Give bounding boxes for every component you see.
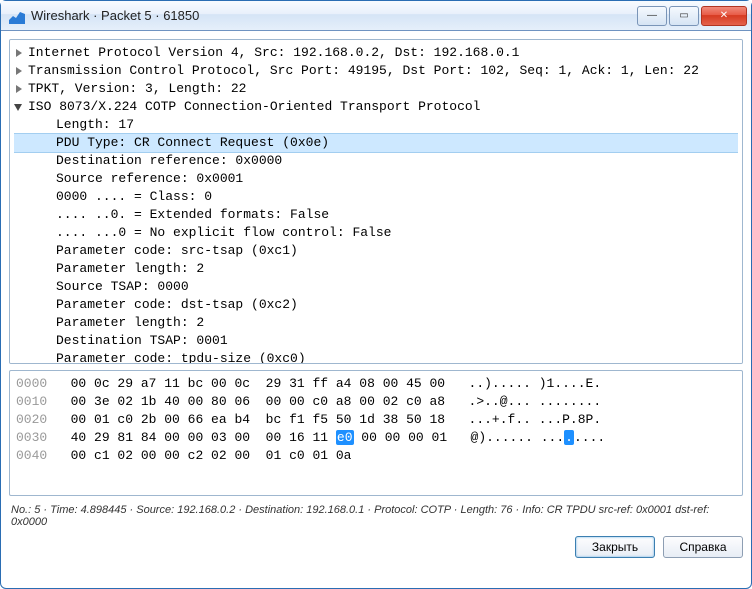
hex-bytes: 01 c0 01 0a (266, 448, 352, 463)
hex-highlight-byte: e0 (336, 430, 354, 445)
hex-offset: 0030 (16, 430, 47, 445)
tree-item-length[interactable]: Length: 17 (14, 116, 738, 134)
minimize-button[interactable]: — (637, 6, 667, 26)
hex-offset: 0040 (16, 448, 47, 463)
tree-item-flow-ctrl[interactable]: .... ...0 = No explicit flow control: Fa… (14, 224, 738, 242)
hex-bytes: 00 c1 02 00 00 c2 02 00 (71, 448, 250, 463)
hex-bytes: 00 3e 02 1b 40 00 80 06 (71, 394, 250, 409)
hex-bytes: 00 0c 29 a7 11 bc 00 0c (71, 376, 250, 391)
tree-item-dst-ref[interactable]: Destination reference: 0x0000 (14, 152, 738, 170)
hex-bytes: 00 00 00 01 (354, 430, 448, 445)
hex-offset: 0010 (16, 394, 47, 409)
hex-row[interactable]: 0010 00 3e 02 1b 40 00 80 06 00 00 c0 a8… (16, 393, 736, 411)
window-title: Wireshark · Packet 5 · 61850 (31, 8, 637, 23)
tree-item-tcp[interactable]: Transmission Control Protocol, Src Port:… (14, 62, 738, 80)
hex-ascii: ..)..... )1....E. (469, 376, 602, 391)
close-button[interactable]: Закрыть (575, 536, 655, 558)
tree-item-pc-src-tsap[interactable]: Parameter code: src-tsap (0xc1) (14, 242, 738, 260)
hex-bytes: bc f1 f5 50 1d 38 50 18 (266, 412, 445, 427)
hex-ascii: .... (574, 430, 605, 445)
hex-ascii: .>..@... ........ (469, 394, 602, 409)
tree-item-cotp[interactable]: ISO 8073/X.224 COTP Connection-Oriented … (14, 98, 738, 116)
hex-offset: 0020 (16, 412, 47, 427)
tree-item-plen1[interactable]: Parameter length: 2 (14, 260, 738, 278)
hex-offset: 0000 (16, 376, 47, 391)
titlebar: Wireshark · Packet 5 · 61850 — ▭ ✕ (1, 1, 751, 31)
tree-item-tpkt[interactable]: TPKT, Version: 3, Length: 22 (14, 80, 738, 98)
tree-item-plen2[interactable]: Parameter length: 2 (14, 314, 738, 332)
wireshark-icon (9, 8, 25, 24)
hex-ascii: @)...... ... (471, 430, 565, 445)
hex-row[interactable]: 0030 40 29 81 84 00 00 03 00 00 16 11 e0… (16, 429, 736, 447)
packet-summary-status: No.: 5 · Time: 4.898445 · Source: 192.16… (9, 502, 743, 530)
tree-item-dst-tsap[interactable]: Destination TSAP: 0001 (14, 332, 738, 350)
tree-item-class[interactable]: 0000 .... = Class: 0 (14, 188, 738, 206)
hex-highlight-ascii: . (564, 430, 574, 445)
hex-bytes: 00 00 c0 a8 00 02 c0 a8 (266, 394, 445, 409)
hex-row[interactable]: 0000 00 0c 29 a7 11 bc 00 0c 29 31 ff a4… (16, 375, 736, 393)
hex-ascii: ...+.f.. ...P.8P. (469, 412, 602, 427)
hex-row[interactable]: 0020 00 01 c0 2b 00 66 ea b4 bc f1 f5 50… (16, 411, 736, 429)
hex-bytes: 00 01 c0 2b 00 66 ea b4 (71, 412, 250, 427)
help-button[interactable]: Справка (663, 536, 743, 558)
hex-row[interactable]: 0040 00 c1 02 00 00 c2 02 00 01 c0 01 0a (16, 447, 736, 465)
maximize-button[interactable]: ▭ (669, 6, 699, 26)
hex-bytes: 29 31 ff a4 08 00 45 00 (266, 376, 445, 391)
tree-item-pc-dst-tsap[interactable]: Parameter code: dst-tsap (0xc2) (14, 296, 738, 314)
packet-details-tree[interactable]: Internet Protocol Version 4, Src: 192.16… (9, 39, 743, 364)
tree-item-ipv4[interactable]: Internet Protocol Version 4, Src: 192.16… (14, 44, 738, 62)
tree-item-src-ref[interactable]: Source reference: 0x0001 (14, 170, 738, 188)
hex-bytes: 00 16 11 (266, 430, 336, 445)
tree-item-src-tsap[interactable]: Source TSAP: 0000 (14, 278, 738, 296)
content-area: Internet Protocol Version 4, Src: 192.16… (1, 31, 751, 588)
hex-bytes: 40 29 81 84 00 00 03 00 (71, 430, 250, 445)
tree-item-ext-fmt[interactable]: .... ..0. = Extended formats: False (14, 206, 738, 224)
tree-item-pc-tpdu-size[interactable]: Parameter code: tpdu-size (0xc0) (14, 350, 738, 364)
window-controls: — ▭ ✕ (637, 6, 747, 26)
hex-dump-pane[interactable]: 0000 00 0c 29 a7 11 bc 00 0c 29 31 ff a4… (9, 370, 743, 496)
dialog-buttons: Закрыть Справка (9, 536, 743, 558)
close-window-button[interactable]: ✕ (701, 6, 747, 26)
tree-item-pdu-type[interactable]: PDU Type: CR Connect Request (0x0e) (14, 133, 738, 153)
